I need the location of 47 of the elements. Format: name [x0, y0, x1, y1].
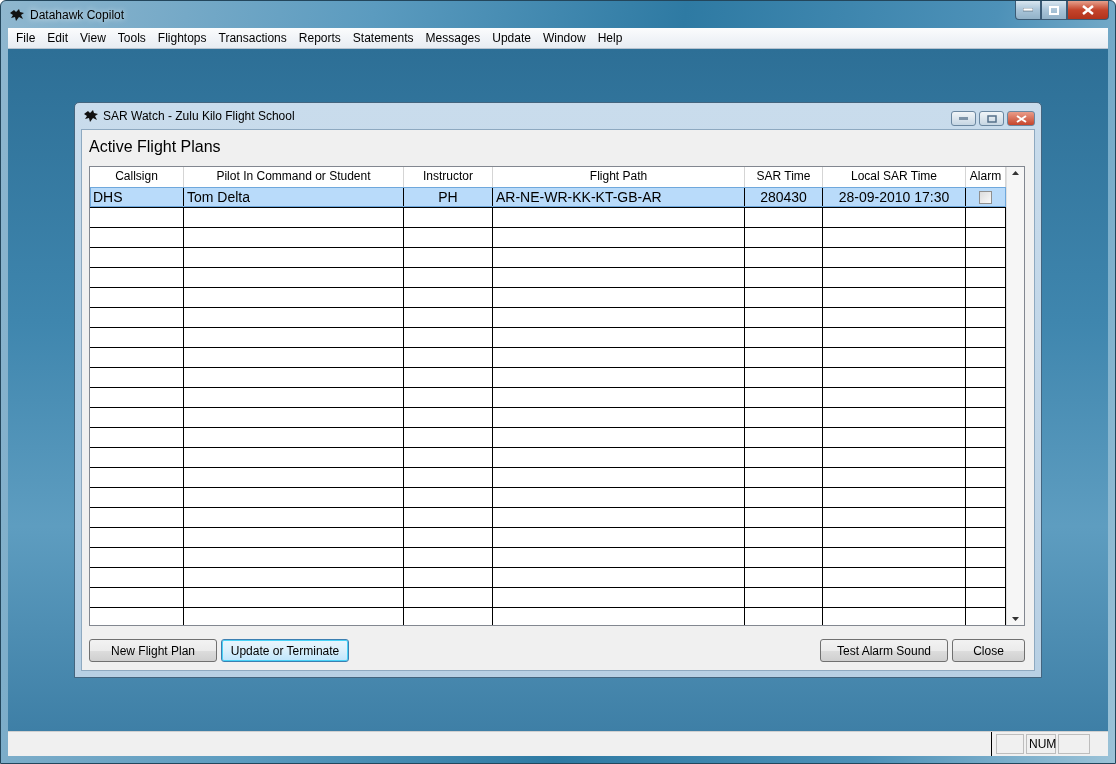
dialog-title: SAR Watch - Zulu Kilo Flight School: [103, 109, 295, 123]
close-icon: [1015, 114, 1027, 123]
action-button[interactable]: Test Alarm Sound: [820, 639, 948, 662]
minimize-button[interactable]: [1015, 1, 1041, 20]
close-button[interactable]: [1067, 1, 1109, 20]
maximize-button[interactable]: [1041, 1, 1067, 20]
status-panel: [1058, 734, 1090, 754]
menu-item[interactable]: Statements: [346, 31, 420, 45]
menu-item[interactable]: Tools: [111, 31, 152, 45]
close-icon: [1082, 5, 1094, 15]
table-cell: 280430: [745, 188, 823, 207]
minimize-icon: [1023, 8, 1033, 12]
action-button[interactable]: Close: [952, 639, 1025, 662]
menu-item[interactable]: Window: [536, 31, 592, 45]
menu-item[interactable]: Edit: [41, 31, 75, 45]
table-cell: PH: [404, 188, 493, 207]
close-button[interactable]: [1007, 111, 1035, 126]
table-cell: 28-09-2010 17:30: [823, 188, 966, 207]
minimize-button[interactable]: [951, 111, 976, 126]
section-heading: Active Flight Plans: [89, 138, 222, 157]
menu-item[interactable]: Update: [486, 31, 537, 45]
table-cell: DHS: [90, 188, 184, 207]
menu-item[interactable]: Reports: [292, 31, 347, 45]
status-panel: NUM: [1026, 734, 1056, 754]
maximize-icon: [1049, 5, 1059, 15]
menu-item[interactable]: Transactions: [212, 31, 293, 45]
action-button[interactable]: New Flight Plan: [89, 639, 217, 662]
menu-item[interactable]: File: [10, 31, 42, 45]
vertical-scrollbar[interactable]: [1006, 167, 1024, 625]
alarm-checkbox[interactable]: [979, 191, 992, 204]
status-panel: [996, 734, 1024, 754]
scroll-down-icon[interactable]: [1012, 617, 1019, 621]
window-title: Datahawk Copilot: [30, 7, 125, 22]
maximize-icon: [986, 114, 997, 123]
table-row[interactable]: DHS Tom Delta PH AR-NE-WR-KK-KT-GB-AR 280430 28-09-2010 17:30: [90, 187, 1006, 207]
table-cell: AR-NE-WR-KK-KT-GB-AR: [493, 188, 745, 207]
menu-item[interactable]: Help: [591, 31, 629, 45]
menu-item[interactable]: View: [74, 31, 112, 45]
bird-logo-icon: [84, 110, 98, 122]
maximize-button[interactable]: [979, 111, 1004, 126]
minimize-icon: [959, 117, 968, 120]
action-button[interactable]: Update or Terminate: [221, 639, 349, 662]
table-cell: Tom Delta: [184, 188, 404, 207]
menu-item[interactable]: Messages: [419, 31, 487, 45]
scroll-up-icon[interactable]: [1012, 171, 1019, 175]
bird-logo-icon: [10, 8, 24, 21]
menu-item[interactable]: Flightops: [151, 31, 213, 45]
